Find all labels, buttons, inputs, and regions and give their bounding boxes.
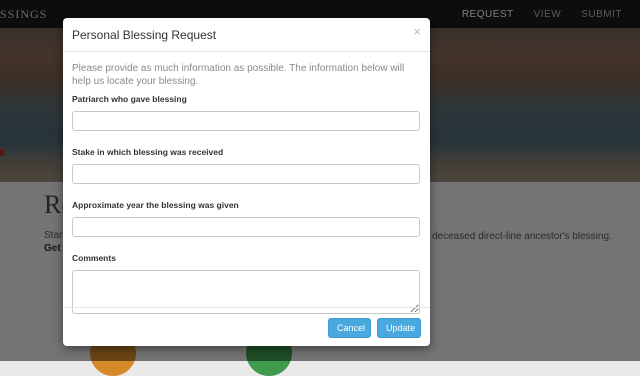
update-button[interactable]: Update bbox=[377, 318, 421, 338]
blessing-request-modal: Personal Blessing Request × Please provi… bbox=[63, 18, 430, 346]
stake-label: Stake in which blessing was received bbox=[72, 147, 224, 157]
modal-footer: Cancel Update bbox=[63, 307, 430, 346]
modal-header: Personal Blessing Request × bbox=[63, 18, 430, 52]
stake-input[interactable] bbox=[72, 164, 420, 184]
close-icon[interactable]: × bbox=[413, 25, 421, 39]
comments-label: Comments bbox=[72, 253, 116, 263]
patriarch-input[interactable] bbox=[72, 111, 420, 131]
modal-body: Please provide as much information as po… bbox=[63, 52, 430, 314]
year-label: Approximate year the blessing was given bbox=[72, 200, 239, 210]
year-input[interactable] bbox=[72, 217, 420, 237]
modal-intro-text: Please provide as much information as po… bbox=[72, 63, 405, 87]
patriarch-label: Patriarch who gave blessing bbox=[72, 94, 187, 104]
cancel-button[interactable]: Cancel bbox=[328, 318, 371, 338]
modal-title: Personal Blessing Request bbox=[72, 28, 217, 42]
